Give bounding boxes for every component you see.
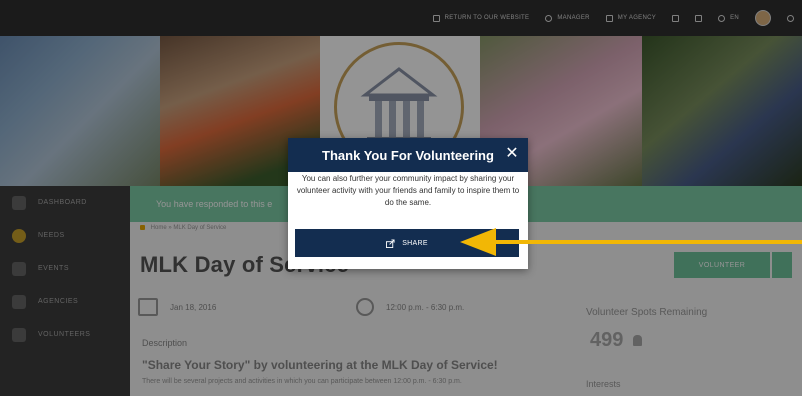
close-icon[interactable]: ✕	[504, 146, 520, 162]
modal-title: Thank You For Volunteering	[322, 147, 494, 163]
pointer-arrow-icon	[460, 228, 802, 256]
modal-message: You can also further your community impa…	[296, 174, 520, 207]
share-icon	[386, 238, 395, 248]
modal-header: Thank You For Volunteering	[288, 138, 528, 172]
share-button-label: SHARE	[402, 239, 428, 247]
